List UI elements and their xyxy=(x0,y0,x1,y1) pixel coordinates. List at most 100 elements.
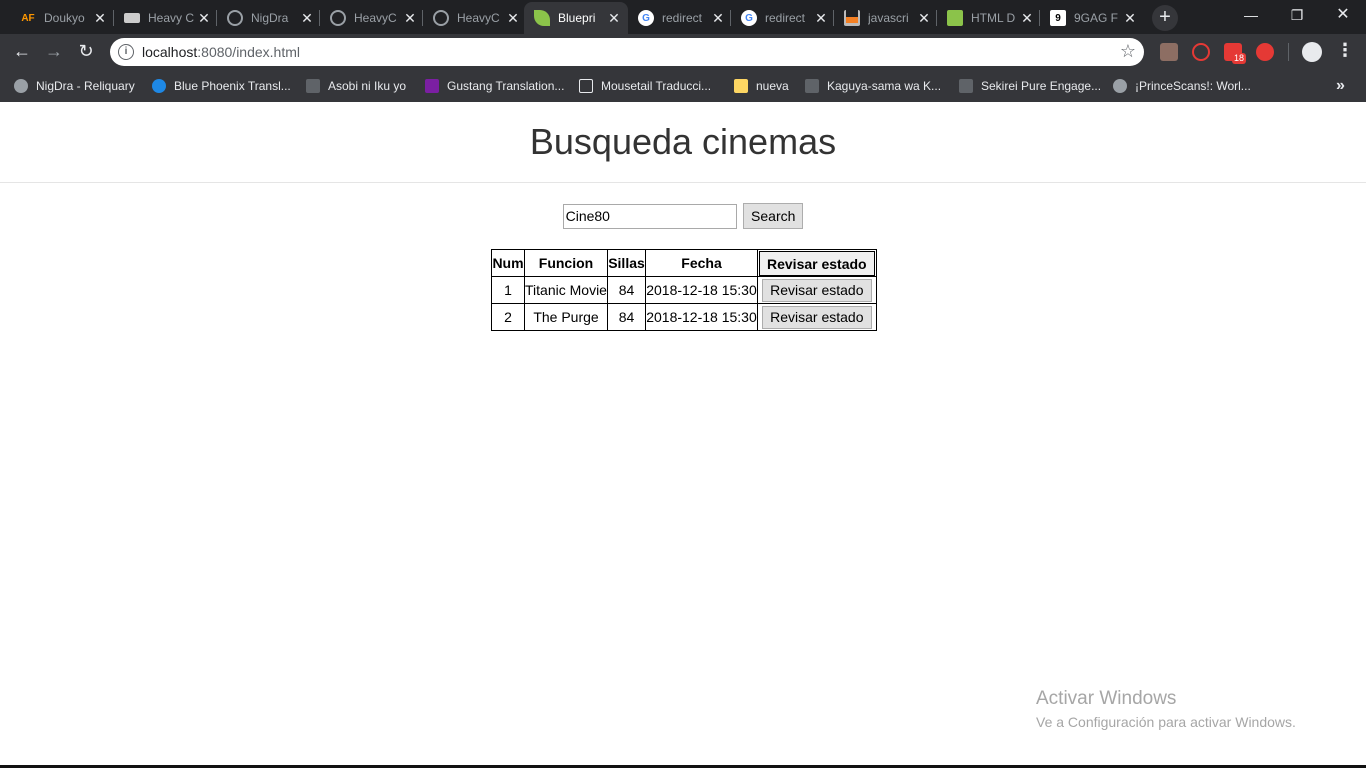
watermark-subtitle: Ve a Configuración para activar Windows. xyxy=(1036,714,1296,730)
address-bar[interactable]: i localhost:8080/index.html ☆ xyxy=(110,38,1144,66)
maximize-button[interactable]: ❐ xyxy=(1274,0,1320,32)
close-tab-icon[interactable]: ✕ xyxy=(813,10,829,27)
revisar-estado-button[interactable]: Revisar estado xyxy=(762,278,872,302)
bookmark-label: nueva xyxy=(756,79,789,93)
tab-heavyc-1[interactable]: HeavyC ✕ xyxy=(320,2,424,34)
blocked-extension-icon[interactable] xyxy=(1192,43,1210,61)
close-tab-icon[interactable]: ✕ xyxy=(1019,10,1035,27)
search-button[interactable]: Search xyxy=(743,203,804,229)
close-tab-icon[interactable]: ✕ xyxy=(299,10,315,27)
tab-title: javascri xyxy=(868,11,909,25)
tab-nigdra[interactable]: NigDra ✕ xyxy=(217,2,321,34)
tab-strip: AF Doukyo ✕ Heavy C ✕ NigDra ✕ HeavyC ✕ … xyxy=(0,0,1366,34)
tab-title: Bluepri xyxy=(558,11,596,25)
cell-num: 2 xyxy=(491,303,525,331)
cell-sillas: 84 xyxy=(607,276,646,304)
bookmark-item[interactable]: NigDra - Reliquary xyxy=(14,70,135,102)
page-title: Busqueda cinemas xyxy=(529,121,837,162)
html-tool-icon xyxy=(947,10,963,26)
close-tab-icon[interactable]: ✕ xyxy=(196,10,212,27)
close-tab-icon[interactable]: ✕ xyxy=(606,10,622,27)
stackoverflow-icon xyxy=(844,10,860,26)
close-tab-icon[interactable]: ✕ xyxy=(710,10,726,27)
bookmark-folder[interactable]: nueva xyxy=(734,70,789,102)
tab-title: Doukyo xyxy=(44,11,85,25)
cell-fecha: 2018-12-18 15:30 xyxy=(645,276,758,304)
minimize-button[interactable]: — xyxy=(1228,0,1274,32)
forward-button[interactable]: → xyxy=(42,40,66,64)
bookmark-item[interactable]: Mousetail Traducci... xyxy=(579,70,711,102)
search-row: Search xyxy=(0,203,1366,229)
new-tab-button[interactable]: + xyxy=(1152,5,1178,31)
profile-avatar-icon[interactable] xyxy=(1302,42,1322,62)
bookmark-item[interactable]: ¡PrinceScans!: Worl... xyxy=(1113,70,1251,102)
bookmark-label: Gustang Translation... xyxy=(447,79,565,93)
windows-activation-watermark: Activar Windows Ve a Configuración para … xyxy=(1036,688,1296,730)
tab-9gag[interactable]: 9 9GAG F ✕ xyxy=(1040,2,1144,34)
bookmark-star-icon[interactable]: ☆ xyxy=(1120,41,1136,62)
cell-funcion: Titanic Movie xyxy=(524,276,608,304)
spring-leaf-icon xyxy=(534,10,550,26)
info-icon[interactable]: i xyxy=(118,44,134,60)
adblock-extension-icon[interactable] xyxy=(1256,43,1274,61)
table-row: 2 The Purge 84 2018-12-18 15:30 Revisar … xyxy=(491,303,877,331)
tab-title: 9GAG F xyxy=(1074,11,1119,25)
cell-funcion: The Purge xyxy=(524,303,608,331)
header-fecha: Fecha xyxy=(645,249,758,277)
tab-redirect-1[interactable]: G redirect ✕ xyxy=(628,2,732,34)
tab-html-d[interactable]: HTML D ✕ xyxy=(937,2,1041,34)
cell-fecha: 2018-12-18 15:30 xyxy=(645,303,758,331)
tab-heavyc-2[interactable]: HeavyC ✕ xyxy=(423,2,527,34)
video-icon xyxy=(306,79,320,93)
bookmarks-overflow-button[interactable]: » xyxy=(1336,70,1345,102)
google-icon: G xyxy=(741,10,757,26)
tab-title: NigDra xyxy=(251,11,289,25)
cell-sillas: 84 xyxy=(607,303,646,331)
tab-doukyo[interactable]: AF Doukyo ✕ xyxy=(10,2,114,34)
url-text[interactable]: localhost:8080/index.html xyxy=(142,44,300,60)
bookmark-label: Sekirei Pure Engage... xyxy=(981,79,1102,93)
back-button[interactable]: ← xyxy=(10,40,34,64)
watermark-title: Activar Windows xyxy=(1036,688,1177,709)
9gag-icon: 9 xyxy=(1050,10,1066,26)
tab-heavy-c-1[interactable]: Heavy C ✕ xyxy=(114,2,218,34)
bookmark-item[interactable]: Sekirei Pure Engage... xyxy=(959,70,1101,102)
table-row: 1 Titanic Movie 84 2018-12-18 15:30 Revi… xyxy=(491,276,877,304)
bookmark-item[interactable]: Asobi ni Iku yo xyxy=(306,70,406,102)
tab-title: HeavyC xyxy=(457,11,500,25)
page-header: Busqueda cinemas xyxy=(0,102,1366,183)
cell-action: Revisar estado xyxy=(757,276,877,304)
tab-title: redirect xyxy=(765,11,806,25)
page-favicon-icon xyxy=(124,13,140,23)
folder-icon xyxy=(734,79,748,93)
toolbar-divider xyxy=(1288,43,1289,61)
close-tab-icon[interactable]: ✕ xyxy=(92,10,108,27)
close-tab-icon[interactable]: ✕ xyxy=(1122,10,1138,27)
browser-toolbar: ← → ↻ i localhost:8080/index.html ☆ 18 ⋮ xyxy=(0,34,1366,70)
header-revisar-estado-label: Revisar estado xyxy=(759,250,875,276)
google-icon: G xyxy=(638,10,654,26)
github-icon xyxy=(227,10,243,26)
github-icon xyxy=(433,10,449,26)
tab-blueprint-active[interactable]: Bluepri ✕ xyxy=(524,2,628,34)
tab-redirect-2[interactable]: G redirect ✕ xyxy=(731,2,835,34)
close-tab-icon[interactable]: ✕ xyxy=(505,10,521,27)
bookmark-item[interactable]: Blue Phoenix Transl... xyxy=(152,70,291,102)
bookmark-item[interactable]: Gustang Translation... xyxy=(425,70,564,102)
profile-extension-icon[interactable] xyxy=(1160,43,1178,61)
cell-num: 1 xyxy=(491,276,525,304)
search-input[interactable] xyxy=(562,203,737,229)
tab-javascript[interactable]: javascri ✕ xyxy=(834,2,938,34)
menu-icon[interactable]: ⋮ xyxy=(1336,40,1354,61)
tab-title: HeavyC xyxy=(354,11,397,25)
video-icon xyxy=(959,79,973,93)
bookmark-item[interactable]: Kaguya-sama wa K... xyxy=(805,70,941,102)
tab-title: HTML D xyxy=(971,11,1016,25)
reload-button[interactable]: ↻ xyxy=(74,40,98,64)
close-tab-icon[interactable]: ✕ xyxy=(916,10,932,27)
close-tab-icon[interactable]: ✕ xyxy=(402,10,418,27)
close-window-button[interactable]: ✕ xyxy=(1320,0,1366,32)
results-table: Num Funcion Sillas Fecha Revisar estado … xyxy=(491,249,877,331)
revisar-estado-button[interactable]: Revisar estado xyxy=(762,305,872,329)
header-revisar-estado: Revisar estado xyxy=(757,249,877,277)
